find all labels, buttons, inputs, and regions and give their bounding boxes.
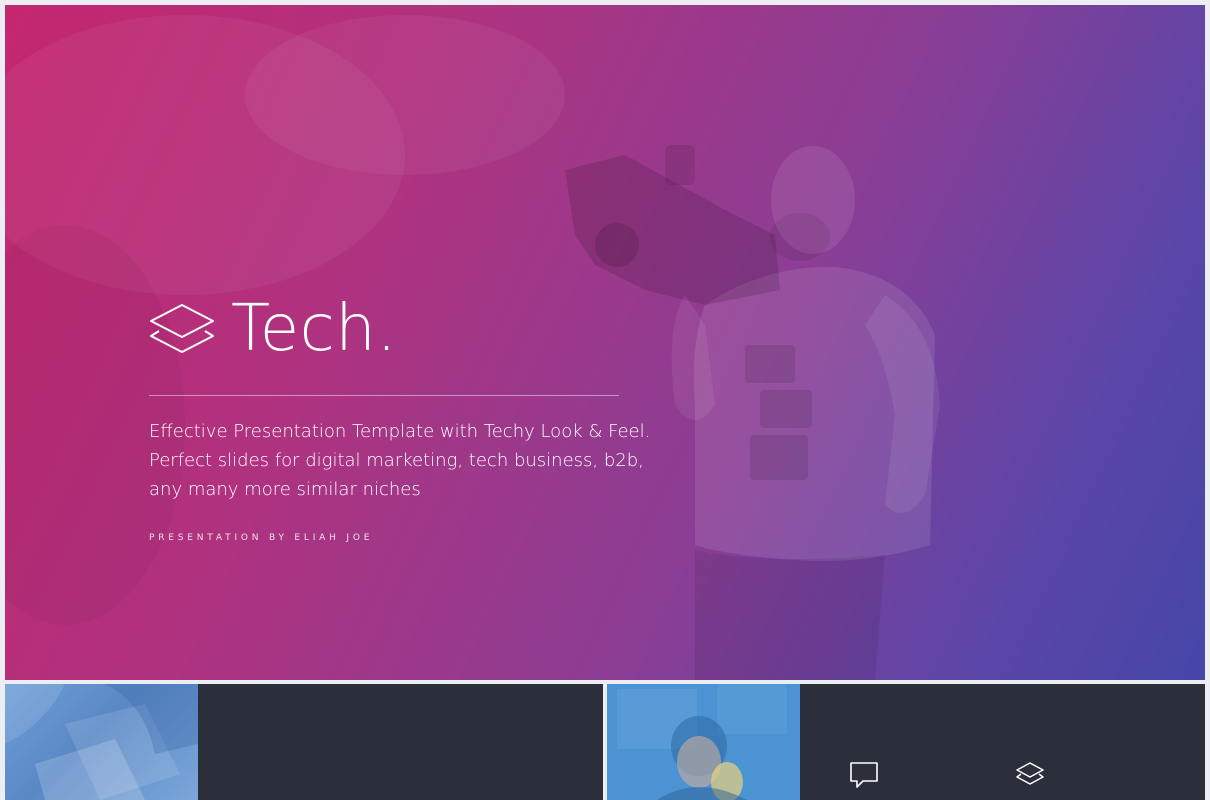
layers-icon [150,304,214,353]
slide-description: Effective Presentation Template with Tec… [149,417,669,504]
divider [149,395,619,396]
description-line: Perfect slides for digital marketing, te… [149,450,644,471]
presenter-byline: PRESENTATION BY ELIAH JOE [149,533,374,543]
slide-thumbnail[interactable] [607,684,1205,800]
slide-thumbnail[interactable] [5,684,603,800]
description-line: Effective Presentation Template with Tec… [149,421,651,442]
money-hands-photo [5,684,198,800]
layers-icon [1016,762,1044,785]
title-slide[interactable]: Tech. Effective Presentation Template wi… [5,5,1205,680]
slide-title: Tech. [231,292,398,366]
speech-bubble-icon [850,762,878,788]
description-line: any many more similar niches [149,479,421,500]
person-photo [607,684,800,800]
